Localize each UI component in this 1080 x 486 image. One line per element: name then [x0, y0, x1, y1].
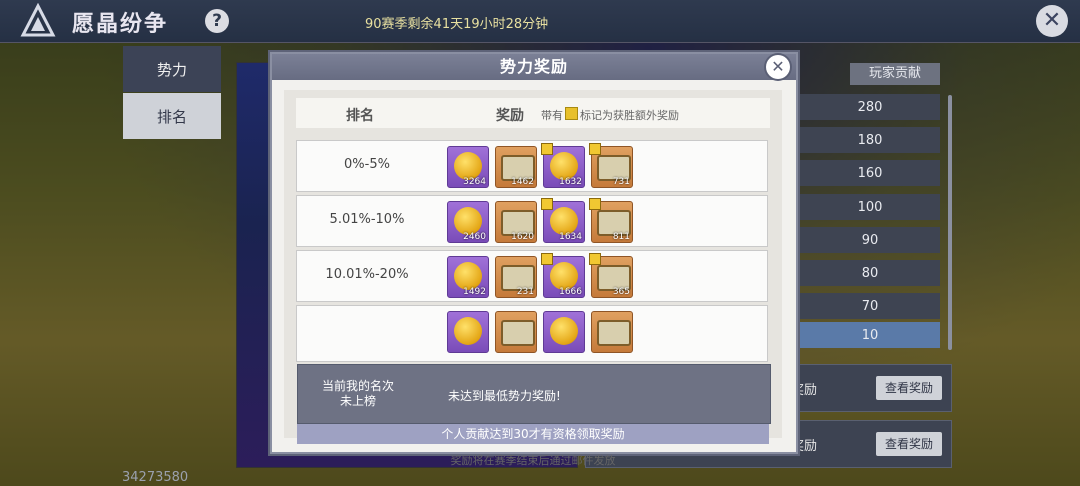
bonus-mark-icon — [589, 143, 601, 155]
contribution-row: 70 — [800, 293, 940, 319]
tab-faction[interactable]: 势力 — [123, 46, 221, 92]
tab-ranking[interactable]: 排名 — [123, 93, 221, 139]
column-reward: 奖励 — [496, 108, 524, 124]
my-rank: 当前我的名次 未上榜 — [321, 379, 394, 408]
coin-reward-icon[interactable] — [447, 311, 489, 353]
dialog-body: 排名 奖励 带有 标记为获胜额外奖励 0%-5% 3264 1462 1632 7… — [284, 90, 782, 467]
player-uid: 34273580 — [122, 470, 189, 485]
contribution-row-self: 10 — [800, 322, 940, 348]
bonus-mark-icon — [541, 253, 553, 265]
table-row — [296, 305, 768, 362]
dialog-title: 势力奖励 — [272, 54, 796, 80]
coin-reward-icon[interactable]: 1492 — [447, 256, 489, 298]
coin-reward-icon[interactable]: 2460 — [447, 201, 489, 243]
contribution-row: 80 — [800, 260, 940, 286]
table-row: 5.01%-10% 2460 1620 1634 811 — [296, 195, 768, 247]
close-icon[interactable]: ✕ — [1036, 5, 1068, 37]
scrollbar[interactable] — [948, 95, 952, 350]
top-bar: 愿晶纷争 ? 90赛季剩余41天19小时28分钟 ✕ — [0, 0, 1080, 43]
bonus-mark-icon — [541, 143, 553, 155]
bonus-mark-icon — [565, 107, 578, 120]
table-row: 10.01%-20% 1492 231 1666 365 — [296, 250, 768, 302]
coin-reward-icon[interactable]: 1634 — [541, 198, 585, 243]
my-reward-status: 未达到最低势力奖励! — [448, 389, 561, 403]
contribution-row: 180 — [800, 127, 940, 153]
contribution-row: 160 — [800, 160, 940, 186]
coin-reward-icon[interactable]: 1632 — [541, 143, 585, 188]
faction-reward-dialog: 势力奖励 ✕ 排名 奖励 带有 标记为获胜额外奖励 0%-5% 3264 1462… — [270, 52, 798, 467]
chest-reward-icon[interactable]: 731 — [589, 143, 633, 188]
chest-reward-icon[interactable]: 1462 — [495, 146, 537, 188]
view-reward-button[interactable]: 查看奖励 — [876, 432, 942, 456]
bonus-mark-icon — [541, 198, 553, 210]
contribution-row: 280 — [800, 94, 940, 120]
page-title: 愿晶纷争 — [72, 12, 169, 37]
chest-reward-icon[interactable] — [495, 311, 537, 353]
mail-notice: 奖励将在赛季结束后通过邮件发放 — [450, 454, 616, 467]
crystal-logo-icon — [20, 3, 56, 37]
requirement-notice: 个人贡献达到30才有资格领取奖励 — [297, 424, 769, 444]
chest-reward-icon[interactable]: 231 — [495, 256, 537, 298]
contribution-row: 100 — [800, 194, 940, 220]
coin-reward-icon[interactable]: 1666 — [541, 253, 585, 298]
chest-reward-icon[interactable] — [591, 311, 633, 353]
rank-range: 10.01%-20% — [325, 267, 409, 282]
bonus-note: 带有 标记为获胜额外奖励 — [541, 107, 679, 122]
bonus-mark-icon — [589, 198, 601, 210]
table-row: 0%-5% 3264 1462 1632 731 — [296, 140, 768, 192]
chest-reward-icon[interactable]: 811 — [589, 198, 633, 243]
close-icon[interactable]: ✕ — [766, 55, 790, 79]
coin-reward-icon[interactable]: 3264 — [447, 146, 489, 188]
help-icon[interactable]: ? — [205, 9, 229, 33]
contribution-row: 90 — [800, 227, 940, 253]
coin-reward-icon[interactable] — [543, 311, 585, 353]
rank-range: 0%-5% — [344, 157, 390, 172]
my-rank-panel: 当前我的名次 未上榜 未达到最低势力奖励! — [297, 364, 771, 424]
column-rank: 排名 — [346, 108, 374, 124]
rank-range: 5.01%-10% — [329, 212, 405, 227]
table-header: 排名 奖励 带有 标记为获胜额外奖励 — [296, 98, 770, 128]
player-contribution-header: 玩家贡献 — [850, 63, 940, 85]
season-timer: 90赛季剩余41天19小时28分钟 — [365, 17, 549, 32]
bonus-mark-icon — [589, 253, 601, 265]
chest-reward-icon[interactable]: 365 — [589, 253, 633, 298]
chest-reward-icon[interactable]: 1620 — [495, 201, 537, 243]
view-reward-button[interactable]: 查看奖励 — [876, 376, 942, 400]
